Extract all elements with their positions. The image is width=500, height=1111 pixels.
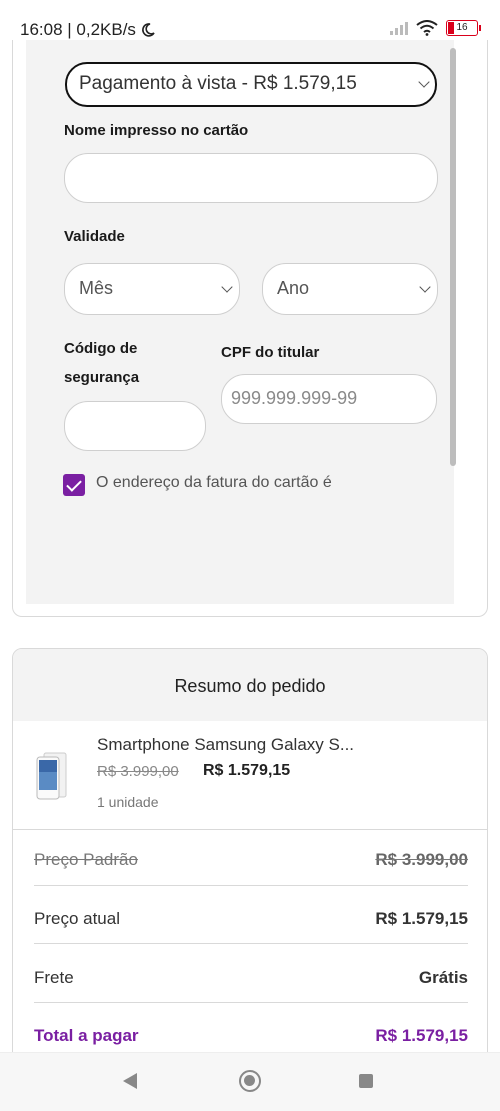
moon-icon — [142, 23, 155, 37]
validity-label: Validade — [64, 228, 125, 245]
product-name[interactable]: Smartphone Samsung Galaxy S... — [97, 735, 354, 755]
row-value: Grátis — [418, 968, 468, 987]
signal-icon — [390, 21, 408, 35]
battery-level: 16 — [456, 22, 468, 33]
product-image — [36, 752, 67, 800]
row-value: R$ 3.999,00 — [375, 850, 468, 869]
year-select[interactable]: Ano — [262, 263, 438, 315]
cpf-label: CPF do titular — [221, 344, 320, 361]
product-quantity: 1 unidade — [97, 794, 159, 810]
security-code-input[interactable] — [64, 401, 206, 451]
divider — [34, 943, 468, 944]
row-label: Preço Padrão — [34, 850, 138, 869]
shipping-row: Frete Grátis — [34, 964, 468, 992]
total-row: Total a pagar R$ 1.579,15 — [34, 1022, 468, 1050]
status-left: 16:08 | 0,2KB/s — [20, 20, 156, 40]
home-icon[interactable] — [239, 1070, 261, 1092]
status-right: 16 — [390, 20, 481, 36]
divider — [34, 885, 468, 886]
standard-price-row: Preço Padrão R$ 3.999,00 — [34, 846, 468, 874]
divider — [13, 829, 487, 830]
wifi-icon — [416, 20, 438, 36]
form-scrollbar[interactable] — [450, 48, 456, 466]
row-label: Frete — [34, 968, 74, 987]
cardholder-name-input[interactable] — [64, 153, 438, 203]
order-summary-title: Resumo do pedido — [13, 649, 487, 721]
cpf-input[interactable]: 999.999.999-99 — [221, 374, 437, 424]
payment-option-value: Pagamento à vista - R$ 1.579,15 — [79, 73, 357, 94]
year-placeholder: Ano — [277, 278, 310, 298]
security-code-label: Código de segurança — [64, 340, 140, 386]
order-summary-card: Resumo do pedido Smartphone Samsung Gala… — [12, 648, 488, 1068]
divider — [34, 1002, 468, 1003]
navigation-bar — [0, 1052, 500, 1111]
product-new-price: R$ 1.579,15 — [203, 762, 291, 779]
billing-address-text[interactable]: O endereço da fatura do cartão é — [96, 474, 332, 494]
cardholder-name-label: Nome impresso no cartão — [64, 122, 249, 139]
month-select[interactable]: Mês — [64, 263, 240, 315]
row-label: Preço atual — [34, 909, 120, 928]
battery-icon: 16 — [446, 20, 481, 36]
billing-address-checkbox[interactable] — [63, 474, 85, 496]
payment-option-select[interactable]: Pagamento à vista - R$ 1.579,15 — [65, 62, 437, 107]
status-time-speed: 16:08 | 0,2KB/s — [20, 20, 136, 39]
back-icon[interactable] — [123, 1073, 137, 1089]
current-price-row: Preço atual R$ 1.579,15 — [34, 905, 468, 933]
row-label: Total a pagar — [34, 1026, 139, 1045]
cpf-placeholder: 999.999.999-99 — [231, 388, 358, 408]
product-old-price: R$ 3.999,00 — [97, 763, 179, 780]
month-placeholder: Mês — [79, 278, 114, 298]
row-value: R$ 1.579,15 — [375, 1026, 468, 1045]
recent-apps-icon[interactable] — [359, 1074, 373, 1088]
row-value: R$ 1.579,15 — [375, 909, 468, 928]
